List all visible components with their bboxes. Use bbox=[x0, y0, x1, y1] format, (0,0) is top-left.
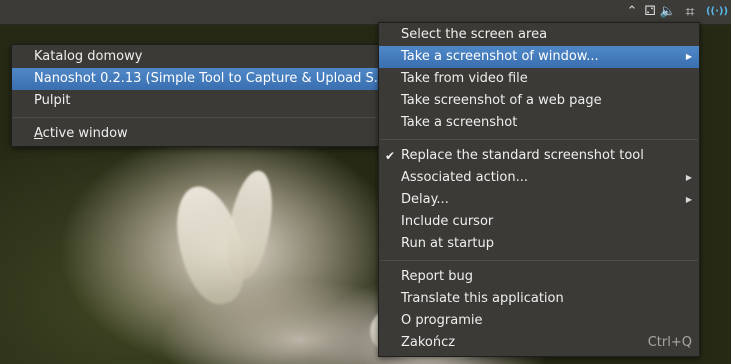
menu-item-label: Translate this application bbox=[401, 291, 564, 306]
menu-item-take-from-video[interactable]: Take from video file bbox=[379, 68, 699, 90]
menu-item-take-screenshot[interactable]: Take a screenshot bbox=[379, 112, 699, 134]
menu-item-label: Take screenshot of a web page bbox=[401, 93, 602, 108]
mnemonic-letter: A bbox=[34, 126, 43, 141]
menu-item-include-cursor[interactable]: Include cursor bbox=[379, 211, 699, 233]
submenu-item-label: ctive window bbox=[42, 126, 128, 141]
checkmark-icon: ✔ bbox=[385, 149, 396, 163]
submenu-item-nanoshot[interactable]: Nanoshot 0.2.13 (Simple Tool to Capture … bbox=[12, 68, 386, 90]
menu-item-select-screen-area[interactable]: Select the screen area bbox=[379, 24, 699, 46]
menu-item-about[interactable]: O programie bbox=[379, 310, 699, 332]
menu-item-label: Replace the standard screenshot tool bbox=[401, 148, 644, 163]
menu-item-screenshot-web-page[interactable]: Take screenshot of a web page bbox=[379, 90, 699, 112]
menu-item-label: Delay... bbox=[401, 192, 449, 207]
menu-item-label: Run at startup bbox=[401, 236, 495, 251]
menu-item-screenshot-of-window[interactable]: Take a screenshot of window... ▶ bbox=[379, 46, 699, 68]
menu-separator bbox=[13, 117, 377, 118]
submenu-arrow-icon: ▶ bbox=[685, 52, 692, 61]
window-submenu: Katalog domowy Nanoshot 0.2.13 (Simple T… bbox=[11, 44, 386, 147]
menu-separator bbox=[380, 139, 698, 140]
keyboard-shortcut: Ctrl+Q bbox=[647, 335, 692, 350]
submenu-item-label: Pulpit bbox=[34, 93, 71, 108]
wireless-broadcast-icon[interactable]: ((·)) bbox=[704, 0, 730, 24]
menu-item-label: Include cursor bbox=[401, 214, 494, 229]
submenu-item-label: Nanoshot 0.2.13 (Simple Tool to Capture … bbox=[34, 71, 387, 86]
submenu-item-label: Katalog domowy bbox=[34, 49, 143, 64]
menu-item-label: Zakończ bbox=[401, 335, 456, 350]
menu-item-report-bug[interactable]: Report bug bbox=[379, 266, 699, 288]
menu-item-label: Take from video file bbox=[401, 71, 528, 86]
menu-item-run-at-startup[interactable]: Run at startup bbox=[379, 233, 699, 255]
menu-item-quit[interactable]: Zakończ Ctrl+Q bbox=[379, 332, 699, 354]
menu-item-label: O programie bbox=[401, 313, 483, 328]
submenu-arrow-icon: ▶ bbox=[685, 173, 692, 182]
menu-item-label: Take a screenshot of window... bbox=[401, 49, 599, 64]
submenu-item-active-window[interactable]: Active window bbox=[12, 123, 378, 145]
screenshot-tool-icon[interactable]: ⌗ bbox=[679, 0, 701, 24]
menu-item-label: Associated action... bbox=[401, 170, 529, 185]
menu-item-associated-action[interactable]: Associated action... ▶ bbox=[379, 167, 699, 189]
wallpaper-flower-petal bbox=[220, 167, 280, 283]
menu-item-label: Take a screenshot bbox=[401, 115, 518, 130]
volume-icon[interactable]: 🔈 bbox=[657, 0, 679, 24]
submenu-item-pulpit[interactable]: Pulpit bbox=[12, 90, 378, 112]
menu-item-translate-application[interactable]: Translate this application bbox=[379, 288, 699, 310]
tray-main-menu: Select the screen area Take a screenshot… bbox=[378, 22, 700, 357]
menu-item-delay[interactable]: Delay... ▶ bbox=[379, 189, 699, 211]
menu-item-replace-standard-tool[interactable]: ✔ Replace the standard screenshot tool bbox=[379, 145, 699, 167]
menu-item-label: Select the screen area bbox=[401, 27, 548, 42]
top-panel: ⌃ ⚁ 🔈 ⌗ ((·)) bbox=[0, 0, 731, 24]
submenu-arrow-icon: ▶ bbox=[685, 195, 692, 204]
submenu-item-katalog-domowy[interactable]: Katalog domowy bbox=[12, 46, 378, 68]
menu-separator bbox=[380, 260, 698, 261]
menu-item-label: Report bug bbox=[401, 269, 473, 284]
